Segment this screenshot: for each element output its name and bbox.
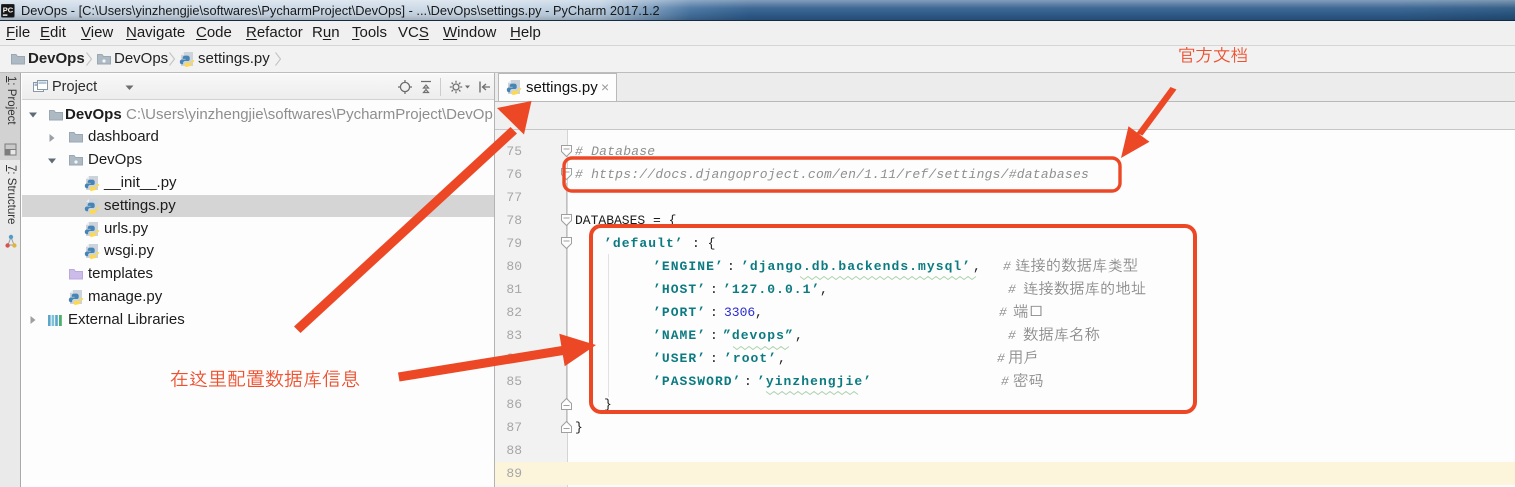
svg-text:PC: PC [3,6,14,15]
